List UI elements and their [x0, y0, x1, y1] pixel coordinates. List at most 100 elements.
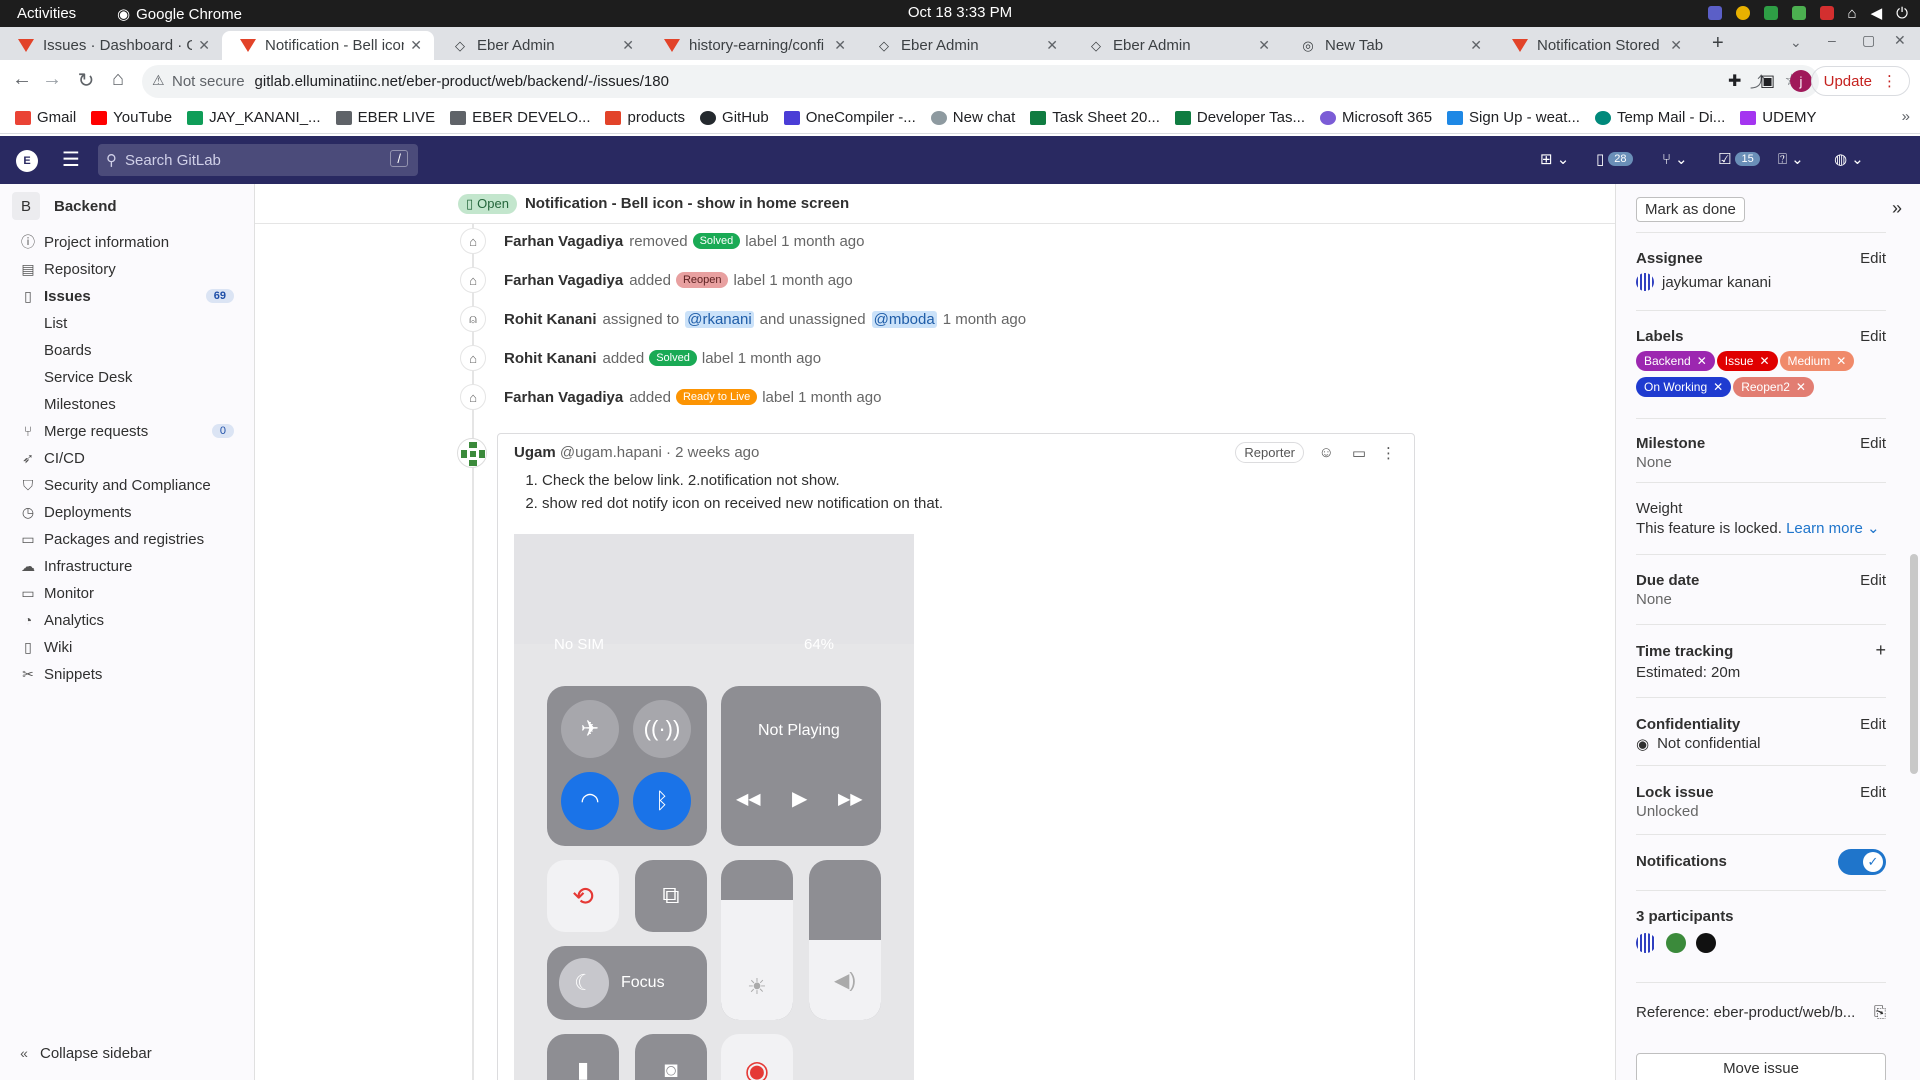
label-reopen[interactable]: Reopen [675, 272, 729, 288]
copy-reference-icon[interactable]: ⎘ [1874, 1004, 1886, 1021]
assignee-edit-link[interactable]: Edit [1860, 250, 1886, 267]
close-icon[interactable]: ✕ [1470, 37, 1482, 54]
menu-icon[interactable]: ☰ [62, 147, 80, 172]
forward-icon[interactable]: → [38, 68, 66, 91]
note-author[interactable]: Rohit Kanani [504, 350, 597, 367]
label-solved[interactable]: Solved [649, 350, 697, 366]
sidebar-item-list[interactable]: List [44, 309, 264, 337]
bookmark-products[interactable]: products [605, 109, 685, 126]
lock-issue-edit-link[interactable]: Edit [1860, 784, 1886, 801]
new-tab-plus-icon[interactable]: + [1712, 32, 1724, 55]
close-icon[interactable]: ✕ [834, 37, 846, 54]
bookmark-sign-up-weat[interactable]: Sign Up - weat... [1447, 109, 1580, 126]
profile-avatar[interactable]: j [1790, 70, 1812, 92]
update-button[interactable]: Update ⋮ [1810, 66, 1910, 96]
label-ready-to-live[interactable]: Ready to Live [675, 389, 758, 405]
sidebar-item-issues[interactable]: ▯ Issues 69 [20, 282, 240, 310]
remove-label-icon[interactable]: ✕ [1713, 380, 1723, 394]
gitlab-logo-icon[interactable]: E [16, 150, 38, 172]
due-date-edit-link[interactable]: Edit [1860, 572, 1886, 589]
labels-edit-link[interactable]: Edit [1860, 328, 1886, 345]
tab-eber-admin-3[interactable]: ◇ Eber Admin ✕ [1070, 31, 1282, 60]
sidebar-item-boards[interactable]: Boards [44, 336, 264, 364]
notifications-toggle[interactable] [1838, 849, 1886, 875]
comment-handle[interactable]: @ugam.hapani · 2 weeks ago [560, 444, 760, 461]
emoji-reaction-icon[interactable]: ☺ [1319, 444, 1334, 461]
tab-eber-admin[interactable]: ◇ Eber Admin ✕ [434, 31, 646, 60]
sidebar-item-wiki[interactable]: ▯ Wiki [20, 633, 240, 661]
sidebar-item-project-information[interactable]: ⓘ Project information [20, 228, 240, 256]
sidebar-item-packages[interactable]: ▭ Packages and registries [20, 525, 240, 553]
close-icon[interactable]: ✕ [1258, 37, 1270, 54]
confidentiality-edit-link[interactable]: Edit [1860, 716, 1886, 733]
learn-more-link[interactable]: Learn more ⌄ [1786, 520, 1879, 537]
close-icon[interactable]: ✕ [410, 37, 422, 54]
bookmark-jay-kanani[interactable]: JAY_KANANI_... [187, 109, 321, 126]
back-icon[interactable]: ← [8, 68, 36, 91]
tab-issues-dashboard[interactable]: Issues · Dashboard · Gi ✕ [0, 31, 222, 60]
system-tray[interactable]: ⌂ ◀ ⏻ [1707, 4, 1908, 22]
minimize-icon[interactable]: – [1828, 32, 1836, 48]
label-on-working[interactable]: On Working ✕ [1636, 377, 1732, 397]
remove-label-icon[interactable]: ✕ [1836, 354, 1846, 368]
remove-label-icon[interactable]: ✕ [1697, 354, 1707, 368]
sidebar-item-security[interactable]: ⛉ Security and Compliance [20, 471, 240, 499]
sidebar-item-merge-requests[interactable]: ⑂ Merge requests 0 [20, 417, 240, 445]
note-author[interactable]: Rohit Kanani [504, 311, 597, 328]
collapse-right-sidebar-icon[interactable]: » [1892, 198, 1902, 219]
add-time-plus-icon[interactable]: + [1875, 640, 1886, 661]
sidebar-item-monitor[interactable]: ▭ Monitor [20, 579, 240, 607]
search-input[interactable]: ⚲ Search GitLab / [98, 144, 418, 176]
sidebar-project-header[interactable]: B Backend [12, 192, 117, 220]
assignee-value[interactable]: jaykumar kanani [1636, 273, 1886, 291]
note-author[interactable]: Farhan Vagadiya [504, 272, 623, 289]
tab-new-tab[interactable]: ◎ New Tab ✕ [1282, 31, 1494, 60]
merge-requests-menu[interactable]: ⑂ ⌄ [1662, 150, 1688, 169]
sidebar-item-service-desk[interactable]: Service Desk [44, 363, 264, 391]
window-close-icon[interactable]: ✕ [1894, 32, 1906, 49]
tab-history-earning[interactable]: history-earning/confi ✕ [646, 31, 858, 60]
side-panel-icon[interactable]: ▣ [1760, 71, 1775, 91]
bookmarks-overflow-icon[interactable]: » [1902, 108, 1910, 125]
close-icon[interactable]: ✕ [1670, 37, 1682, 54]
sidebar-item-snippets[interactable]: ✂ Snippets [20, 660, 240, 688]
clock[interactable]: Oct 18 3:33 PM [0, 4, 1920, 21]
reload-icon[interactable]: ↻ [72, 68, 100, 93]
note-author[interactable]: Farhan Vagadiya [504, 233, 623, 250]
comment-author[interactable]: Ugam [514, 444, 556, 461]
bookmark-onecompiler[interactable]: OneCompiler -... [783, 109, 916, 126]
mark-as-done-button[interactable]: Mark as done [1636, 197, 1745, 222]
avatar[interactable] [1696, 933, 1716, 953]
sidebar-item-milestones[interactable]: Milestones [44, 390, 264, 418]
user-avatar-menu[interactable]: ◍ ⌄ [1834, 150, 1864, 168]
mention-mboda[interactable]: @mboda [871, 310, 937, 328]
bookmark-developer-tas[interactable]: Developer Tas... [1174, 109, 1305, 126]
bookmark-eber-live[interactable]: EBER LIVE [335, 109, 435, 126]
help-icon[interactable]: ⍰ ⌄ [1778, 150, 1804, 168]
scrollbar[interactable] [1910, 554, 1918, 774]
tab-eber-admin-2[interactable]: ◇ Eber Admin ✕ [858, 31, 1070, 60]
sidebar-item-repository[interactable]: ▤ Repository [20, 255, 240, 283]
remove-label-icon[interactable]: ✕ [1759, 354, 1769, 368]
remove-label-icon[interactable]: ✕ [1796, 380, 1806, 394]
tab-notification-bell[interactable]: Notification - Bell icon ✕ [222, 31, 434, 60]
bookmark-microsoft-365[interactable]: Microsoft 365 [1320, 109, 1432, 126]
milestone-edit-link[interactable]: Edit [1860, 435, 1886, 452]
extensions-icon[interactable]: ✚ [1728, 71, 1741, 91]
bookmark-task-sheet[interactable]: Task Sheet 20... [1030, 109, 1160, 126]
bookmark-temp-mail[interactable]: Temp Mail - Di... [1594, 109, 1725, 126]
sidebar-item-ci-cd[interactable]: ➶ CI/CD [20, 444, 240, 472]
label-issue[interactable]: Issue ✕ [1716, 351, 1778, 371]
close-icon[interactable]: ✕ [198, 37, 210, 54]
comment-avatar[interactable] [457, 438, 487, 468]
issues-count[interactable]: ▯ 28 [1596, 150, 1633, 168]
address-bar[interactable]: ⚠ Not secure gitlab.elluminatiinc.net/eb… [142, 65, 1819, 98]
label-reopen2[interactable]: Reopen2 ✕ [1733, 377, 1814, 397]
bookmark-github[interactable]: GitHub [700, 109, 769, 126]
sidebar-item-deployments[interactable]: ◷ Deployments [20, 498, 240, 526]
avatar[interactable] [1666, 933, 1686, 953]
move-issue-button[interactable]: Move issue [1636, 1053, 1886, 1080]
create-new-icon[interactable]: ⊞ ⌄ [1540, 150, 1569, 168]
reply-icon[interactable]: ▭ [1352, 444, 1366, 462]
collapse-sidebar-button[interactable]: «Collapse sidebar [16, 1039, 236, 1067]
